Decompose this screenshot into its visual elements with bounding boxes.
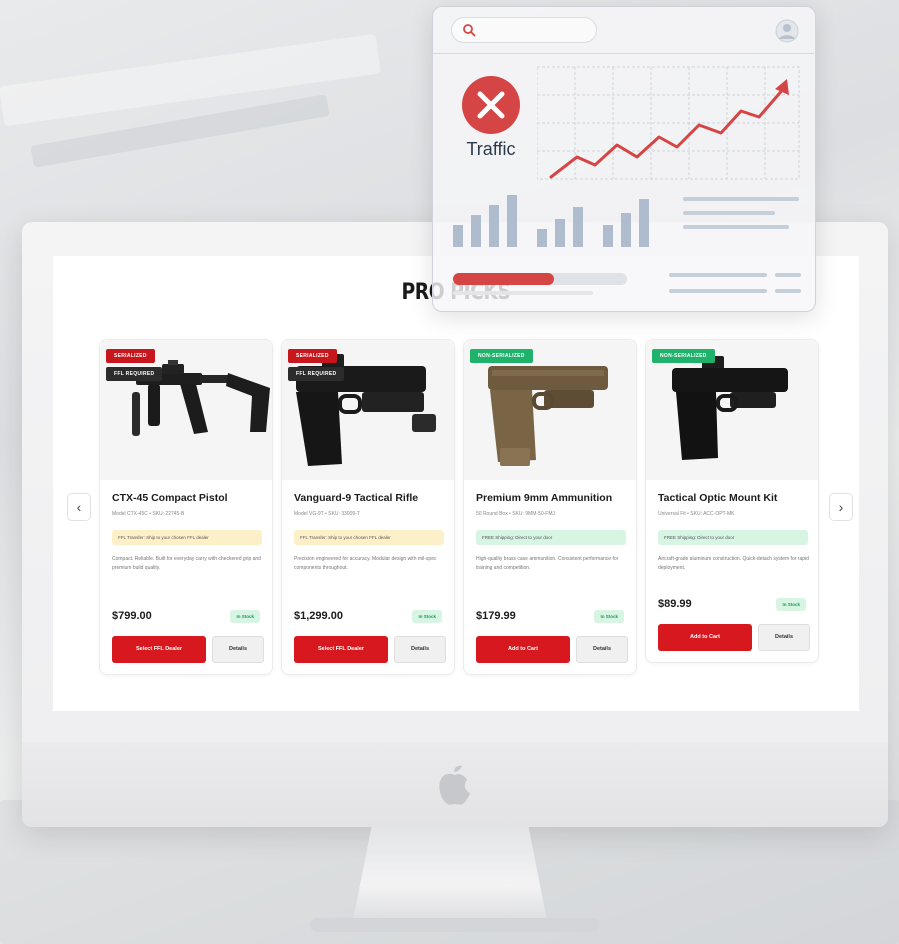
product-title[interactable]: CTX-45 Compact Pistol: [112, 492, 228, 504]
product-description: Compact. Reliable. Built for everyday ca…: [112, 556, 261, 571]
product-image: NON-SERIALIZED: [646, 340, 818, 480]
product-description: High-quality brass case ammunition. Cons…: [476, 556, 619, 571]
product-title[interactable]: Vanguard-9 Tactical Rifle: [294, 492, 418, 504]
chevron-right-icon: ›: [838, 499, 844, 515]
text-placeholder-lines: [669, 273, 801, 293]
select-ffl-dealer-button[interactable]: Select FFL Dealer: [294, 636, 388, 663]
stock-badge: In Stock: [412, 610, 442, 623]
product-subtitle: 50 Round Box • SKU: 9MM-50-FMJ: [476, 511, 555, 517]
monitor-screen: PRO PICKS ‹ ›: [53, 256, 859, 711]
progress-bar-fill: [453, 273, 554, 285]
product-image: NON-SERIALIZED: [464, 340, 636, 480]
details-button[interactable]: Details: [212, 636, 264, 663]
progress-bar: [453, 273, 627, 285]
add-to-cart-button[interactable]: Add to Cart: [658, 624, 752, 651]
select-ffl-dealer-button[interactable]: Select FFL Dealer: [112, 636, 206, 663]
x-circle-icon: [462, 76, 520, 134]
shipping-notice: FREE Shipping: Direct to your door: [658, 530, 808, 545]
bar-chart-graphic: [453, 195, 649, 247]
badge-non-serialized: NON-SERIALIZED: [652, 349, 715, 363]
details-button[interactable]: Details: [758, 624, 810, 651]
stock-badge: In Stock: [594, 610, 624, 623]
search-icon: [463, 24, 476, 37]
product-card-1[interactable]: SERIALIZED FFL REQUIRED CTX-45 Compact P…: [99, 339, 273, 675]
badge-ffl-required: FFL REQUIRED: [288, 367, 345, 381]
product-subtitle: Universal Fit • SKU: ACC-OPT-MK: [658, 511, 735, 517]
product-price: $179.99: [476, 610, 516, 622]
carousel-next-button[interactable]: ›: [829, 493, 853, 521]
product-description: Precision engineered for accuracy. Modul…: [294, 556, 437, 571]
product-subtitle: Model VG-9T • SKU: 33009-T: [294, 511, 360, 517]
details-button[interactable]: Details: [576, 636, 628, 663]
badge-serialized: SERIALIZED: [106, 349, 155, 363]
stock-badge: In Stock: [230, 610, 260, 623]
add-to-cart-button[interactable]: Add to Cart: [476, 636, 570, 663]
product-price: $1,299.00: [294, 610, 343, 622]
shipping-notice: FFL Transfer: Ship to your chosen FFL de…: [112, 530, 262, 545]
monitor-stand-base: [310, 918, 600, 932]
product-description: Aircraft-grade aluminum construction. Qu…: [658, 556, 809, 571]
product-price: $89.99: [658, 598, 692, 610]
shipping-notice: FREE Shipping: Direct to your door: [476, 530, 626, 545]
product-image: SERIALIZED FFL REQUIRED: [100, 340, 272, 480]
product-image: SERIALIZED FFL REQUIRED: [282, 340, 454, 480]
product-title[interactable]: Tactical Optic Mount Kit: [658, 492, 777, 504]
overlay-search-bar[interactable]: [451, 17, 597, 43]
product-card-4[interactable]: NON-SERIALIZED Tactical Optic Mount Kit …: [645, 339, 819, 663]
apple-logo-icon: [439, 765, 470, 805]
stock-badge: In Stock: [776, 598, 806, 611]
chevron-left-icon: ‹: [76, 499, 82, 515]
monitor: PRO PICKS ‹ ›: [22, 222, 888, 827]
details-button[interactable]: Details: [394, 636, 446, 663]
badge-non-serialized: NON-SERIALIZED: [470, 349, 533, 363]
product-card-2[interactable]: SERIALIZED FFL REQUIRED Vanguard-9 Tacti…: [281, 339, 455, 675]
carousel-prev-button[interactable]: ‹: [67, 493, 91, 521]
text-placeholder-lines: [683, 197, 799, 229]
traffic-analytics-panel: Traffic: [432, 6, 816, 312]
monitor-stand: [352, 826, 548, 926]
product-subtitle: Model CTX-45C • SKU: 22745-B: [112, 511, 185, 517]
shipping-notice: FFL Transfer: Ship to your chosen FFL de…: [294, 530, 444, 545]
badge-serialized: SERIALIZED: [288, 349, 337, 363]
product-card-3[interactable]: NON-SERIALIZED Premium 9mm Ammunition 50…: [463, 339, 637, 675]
traffic-label: Traffic: [466, 139, 516, 159]
product-title[interactable]: Premium 9mm Ammunition: [476, 492, 612, 504]
overlay-divider: [433, 53, 814, 54]
trend-line-chart: [537, 66, 800, 180]
product-price: $799.00: [112, 610, 152, 622]
progress-placeholder: [453, 291, 593, 295]
user-avatar-icon[interactable]: [775, 19, 799, 43]
badge-ffl-required: FFL REQUIRED: [106, 367, 163, 381]
